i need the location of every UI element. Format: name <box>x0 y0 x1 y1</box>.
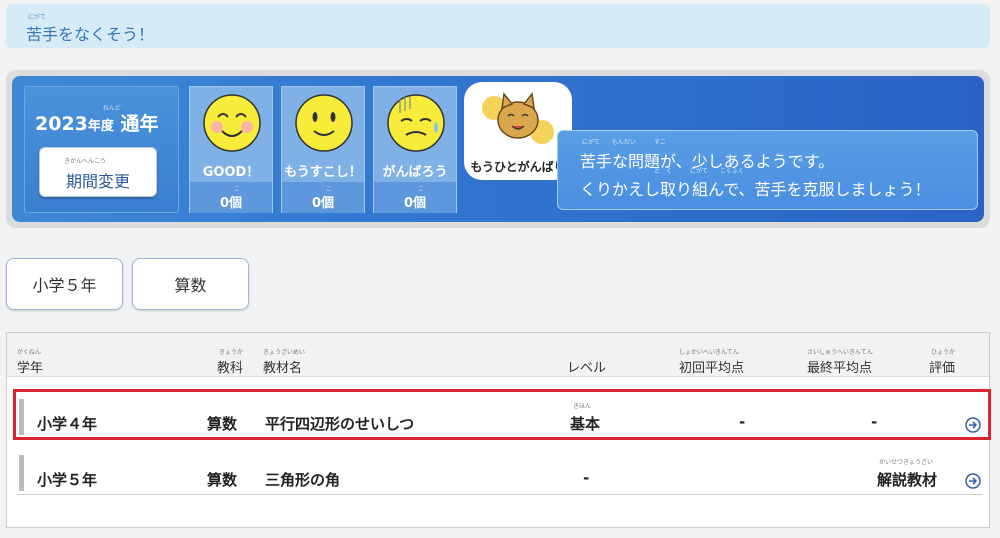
stat-try-count: こ 0個 <box>374 182 456 213</box>
summary-panel: ねんど 2023年度 通年 きかんへんこう 期間変更 GOOD！ こ 0個 もう… <box>12 76 984 222</box>
header-subject: 教科 <box>217 361 244 376</box>
stat-good-unit: 個 <box>229 196 243 211</box>
worried-face-icon <box>387 94 445 152</box>
stat-almost-unit: 個 <box>321 196 335 211</box>
period-change-button[interactable]: きかんへんこう 期間変更 <box>39 147 157 197</box>
grade-filter-button[interactable]: 小学５年 <box>6 258 123 310</box>
period-change-ruby: きかんへんこう <box>64 158 107 165</box>
stat-good-count: こ 0個 <box>190 182 272 213</box>
cat-cheering-icon <box>482 92 554 144</box>
page-title: 苦手をなくそう！ <box>26 25 155 44</box>
header-material-ruby: きょうざいめい <box>263 349 306 356</box>
stat-good: GOOD！ こ 0個 <box>189 86 273 213</box>
header-subject-ruby: きょうか <box>219 349 244 356</box>
header-rating: 評価 <box>929 361 956 376</box>
row-marker <box>19 455 24 491</box>
year-box: ねんど 2023年度 通年 きかんへんこう 期間変更 <box>24 86 179 213</box>
row-rating: 解説教材 <box>877 471 938 489</box>
happy-face-icon <box>203 94 261 152</box>
row-subject: 算数 <box>207 471 238 489</box>
page-header: にがて 苦手をなくそう！ <box>6 4 990 48</box>
stat-almost-label: もうすこし！ <box>284 165 362 180</box>
stat-good-unit-ruby: こ <box>234 186 241 193</box>
year-number: 2023 <box>35 113 88 135</box>
header-grade-ruby: がくねん <box>17 349 42 356</box>
stat-almost-unit-ruby: こ <box>326 186 333 193</box>
header-first-avg: 初回平均点 <box>679 361 745 376</box>
stat-good-label: GOOD！ <box>202 165 260 180</box>
smile-face-icon <box>295 94 353 152</box>
year-label: 2023年度 通年 <box>35 109 159 136</box>
stat-almost: もうすこし！ こ 0個 <box>281 86 365 213</box>
stat-try: がんばろう こ 0個 <box>373 86 457 213</box>
stat-try-count-value: 0 <box>403 196 414 211</box>
header-material: 教材名 <box>263 361 303 376</box>
stat-try-label: がんばろう <box>382 165 448 180</box>
row-rating-ruby: かいせつきょうざい <box>879 459 934 466</box>
arrow-right-circle-icon[interactable] <box>965 473 981 489</box>
character-card: もうひとがんばり <box>464 82 572 180</box>
selected-row-highlight <box>13 389 991 440</box>
header-grade: 学年 <box>17 361 44 376</box>
page-title-ruby: にがて <box>28 14 46 21</box>
period-change-label: 期間変更 <box>65 172 130 191</box>
character-label: もうひとがんばり <box>470 160 566 174</box>
header-first-avg-ruby: しょかいへいきんてん <box>679 349 739 356</box>
row-level: - <box>583 469 590 487</box>
header-level: レベル <box>567 361 607 376</box>
subject-filter-button[interactable]: 算数 <box>132 258 249 310</box>
header-final-avg: 最終平均点 <box>807 361 873 376</box>
stat-try-unit-ruby: こ <box>418 186 425 193</box>
stat-try-unit: 個 <box>413 196 427 211</box>
advice-message: にがて もんだい すこ 苦手な問題が、少しあるようです。 と く にがて こくふ… <box>557 130 978 210</box>
stat-almost-count-value: 0 <box>311 196 322 211</box>
row-material: 三角形の角 <box>265 471 341 489</box>
row-grade: 小学５年 <box>37 471 98 489</box>
header-rating-ruby: ひょうか <box>931 349 956 356</box>
stat-good-count-value: 0 <box>219 196 230 211</box>
table-row[interactable]: 小学５年 算数 三角形の角 - かいせつきょうざい 解説教材 <box>17 453 983 495</box>
summary-panel-frame: ねんど 2023年度 通年 きかんへんこう 期間変更 GOOD！ こ 0個 もう… <box>6 70 990 228</box>
year-suffix: 年度 <box>87 119 114 134</box>
stat-almost-count: こ 0個 <box>282 182 364 213</box>
advice-line1-ruby: にがて もんだい すこ <box>582 139 666 146</box>
advice-line2: くりかえし取り組んで、苦手を克服しましょう！ <box>580 180 931 199</box>
header-final-avg-ruby: さいしゅうへいきんてん <box>807 349 873 356</box>
term-label: 通年 <box>120 113 159 135</box>
advice-line2-ruby: と く にがて こくふく <box>654 168 744 175</box>
table-header: がくねん 学年 きょうか 教科 きょうざいめい 教材名 レベル しょかいへいきん… <box>7 333 989 377</box>
